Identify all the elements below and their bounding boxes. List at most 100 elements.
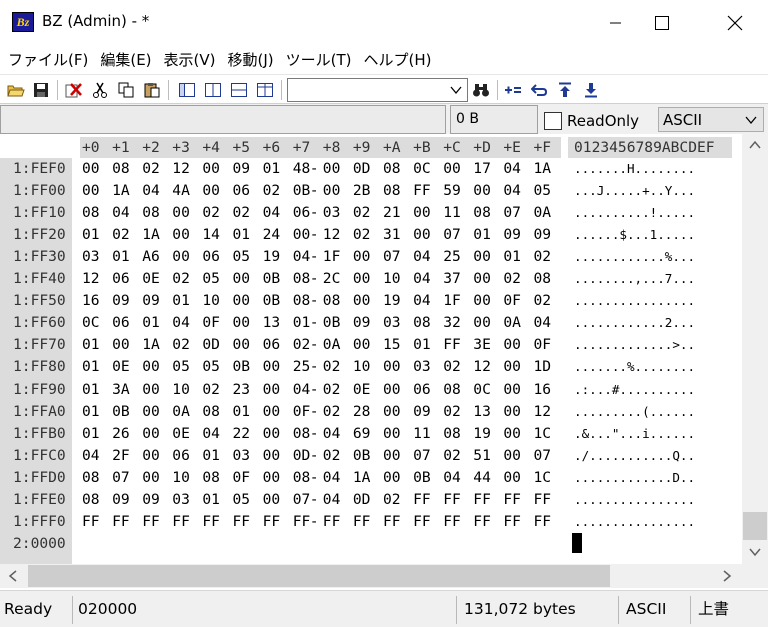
hex-row[interactable]: 1:FF40 12 06 0E 02 05 00 0B 08-2C 00 10 04 37 00 02 08.…	[0, 268, 742, 290]
hex-byte-cell[interactable]: 0E	[172, 423, 190, 445]
hex-byte-cell[interactable]: 26	[112, 423, 130, 445]
hex-byte-cell[interactable]: FF	[233, 511, 251, 533]
hex-byte-cell[interactable]: 00	[293, 224, 311, 246]
hex-byte-cell[interactable]: 02	[503, 268, 521, 290]
hex-byte-cell[interactable]: 09	[112, 489, 130, 511]
hex-byte-cell[interactable]: 06	[202, 246, 220, 268]
hex-byte-cell[interactable]: 00	[503, 445, 521, 467]
readonly-checkbox[interactable]: ReadOnly	[544, 111, 639, 131]
hex-byte-cell[interactable]: 00	[233, 312, 251, 334]
hex-byte-cell[interactable]: 00	[503, 423, 521, 445]
hex-byte-cell[interactable]: 1F	[323, 246, 341, 268]
hex-byte-cell[interactable]: 08	[82, 202, 100, 224]
menu-view[interactable]: 表示(V)	[158, 46, 222, 74]
view-split-horizontal-button[interactable]	[229, 80, 249, 100]
menu-edit[interactable]: 編集(E)	[94, 46, 157, 74]
hex-byte-cell[interactable]: 0A	[534, 202, 552, 224]
hex-byte-cell[interactable]: 00	[383, 467, 401, 489]
hex-byte-cell[interactable]: 00	[353, 334, 371, 356]
hex-byte-cell[interactable]: 00	[112, 334, 130, 356]
undo-button[interactable]	[529, 80, 549, 100]
hex-byte-cell[interactable]: 06	[263, 334, 281, 356]
menu-tools[interactable]: ツール(T)	[280, 46, 358, 74]
ascii-text[interactable]: . : . . . # . . . . . . . . . .	[574, 379, 695, 401]
hex-byte-cell[interactable]: 19	[473, 423, 491, 445]
hex-byte-cell[interactable]: 00	[82, 158, 100, 180]
hex-byte-cell[interactable]: 02	[353, 202, 371, 224]
ascii-text[interactable]: . . . . . . . . , . . . 7 . . .	[574, 268, 695, 290]
hex-byte-cell[interactable]: 1A	[353, 467, 371, 489]
hex-byte-cell[interactable]: 08	[383, 180, 401, 202]
hex-byte-cell[interactable]: 00	[383, 423, 401, 445]
hex-byte-cell[interactable]: 10	[202, 290, 220, 312]
hex-byte-cell[interactable]: 04	[293, 246, 311, 268]
hex-byte-cell[interactable]: 00	[323, 158, 341, 180]
hex-byte-cell[interactable]: 02	[202, 202, 220, 224]
hex-byte-cell[interactable]: 2C	[323, 268, 341, 290]
hex-byte-cell[interactable]: 1C	[534, 423, 552, 445]
hex-byte-cell[interactable]: 01	[293, 312, 311, 334]
hex-byte-cell[interactable]: 01	[202, 489, 220, 511]
hex-byte-cell[interactable]: 1C	[534, 467, 552, 489]
hex-byte-cell[interactable]: 25	[443, 246, 461, 268]
hex-byte-cell[interactable]: 00	[142, 423, 160, 445]
find-button[interactable]	[471, 80, 491, 100]
hex-row[interactable]: 2:0000	[0, 533, 742, 555]
hex-byte-cell[interactable]: 00	[353, 268, 371, 290]
hex-byte-cell[interactable]: 0D	[293, 445, 311, 467]
hex-byte-cell[interactable]: 02	[142, 158, 160, 180]
hex-byte-cell[interactable]: 19	[383, 290, 401, 312]
hex-byte-cell[interactable]: 00	[263, 423, 281, 445]
hex-byte-cell[interactable]: 00	[263, 445, 281, 467]
hex-byte-cell[interactable]: 00	[263, 356, 281, 378]
hex-byte-cell[interactable]: 08	[534, 268, 552, 290]
hex-byte-cell[interactable]: 3E	[473, 334, 491, 356]
hex-byte-cell[interactable]: 08	[323, 290, 341, 312]
hex-byte-cell[interactable]: 00	[473, 268, 491, 290]
hex-byte-cell[interactable]: 21	[383, 202, 401, 224]
minimize-button[interactable]	[593, 0, 639, 46]
hex-byte-cell[interactable]: 06	[413, 379, 431, 401]
hex-byte-cell[interactable]: 0A	[323, 334, 341, 356]
hex-byte-cell[interactable]: 0D	[353, 489, 371, 511]
hex-byte-cell[interactable]: 00	[503, 401, 521, 423]
hex-byte-cell[interactable]: 04	[323, 423, 341, 445]
ascii-text[interactable]: . . . . . . . . . . . . . . . .	[574, 489, 695, 511]
hex-byte-cell[interactable]: 04	[413, 290, 431, 312]
hex-byte-cell[interactable]: 0B	[112, 401, 130, 423]
hex-byte-cell[interactable]: 00	[383, 445, 401, 467]
menu-jump[interactable]: 移動(J)	[222, 46, 280, 74]
hex-byte-cell[interactable]: 2B	[353, 180, 371, 202]
menu-help[interactable]: ヘルプ(H)	[358, 46, 438, 74]
hex-byte-cell[interactable]: 51	[473, 445, 491, 467]
hex-byte-cell[interactable]: 01	[82, 423, 100, 445]
hex-byte-cell[interactable]: FF	[142, 511, 160, 533]
view-single-button[interactable]	[177, 80, 197, 100]
hex-byte-cell[interactable]: 01	[503, 246, 521, 268]
hex-byte-cell[interactable]: 00	[323, 180, 341, 202]
hex-byte-cell[interactable]: 09	[534, 224, 552, 246]
hex-byte-cell[interactable]: 0B	[293, 180, 311, 202]
hex-byte-cell[interactable]: 02	[443, 356, 461, 378]
hex-byte-cell[interactable]: 1A	[142, 334, 160, 356]
hex-byte-cell[interactable]: 4A	[172, 180, 190, 202]
hex-byte-cell[interactable]: 1A	[112, 180, 130, 202]
hex-byte-cell[interactable]: 04	[413, 246, 431, 268]
hex-byte-cell[interactable]: 10	[172, 379, 190, 401]
hex-byte-cell[interactable]: 07	[383, 246, 401, 268]
hex-byte-cell[interactable]: 07	[293, 489, 311, 511]
hex-byte-cell[interactable]: 01	[473, 224, 491, 246]
hex-byte-cell[interactable]: 0C	[82, 312, 100, 334]
hex-byte-cell[interactable]: 06	[112, 268, 130, 290]
hex-byte-cell[interactable]: 0C	[473, 379, 491, 401]
hex-byte-cell[interactable]: 12	[323, 224, 341, 246]
hex-byte-cell[interactable]: FF	[443, 511, 461, 533]
hex-byte-cell[interactable]: 07	[443, 224, 461, 246]
hex-byte-cell[interactable]: 10	[172, 467, 190, 489]
hex-byte-cell[interactable]: 00	[172, 224, 190, 246]
hex-byte-cell[interactable]: 04	[112, 202, 130, 224]
hex-byte-cell[interactable]: 0B	[233, 356, 251, 378]
hex-byte-cell[interactable]: 05	[202, 268, 220, 290]
ascii-text[interactable]: . . . . . . . H . . . . . . . .	[574, 158, 695, 180]
hex-byte-cell[interactable]: 0D	[202, 334, 220, 356]
